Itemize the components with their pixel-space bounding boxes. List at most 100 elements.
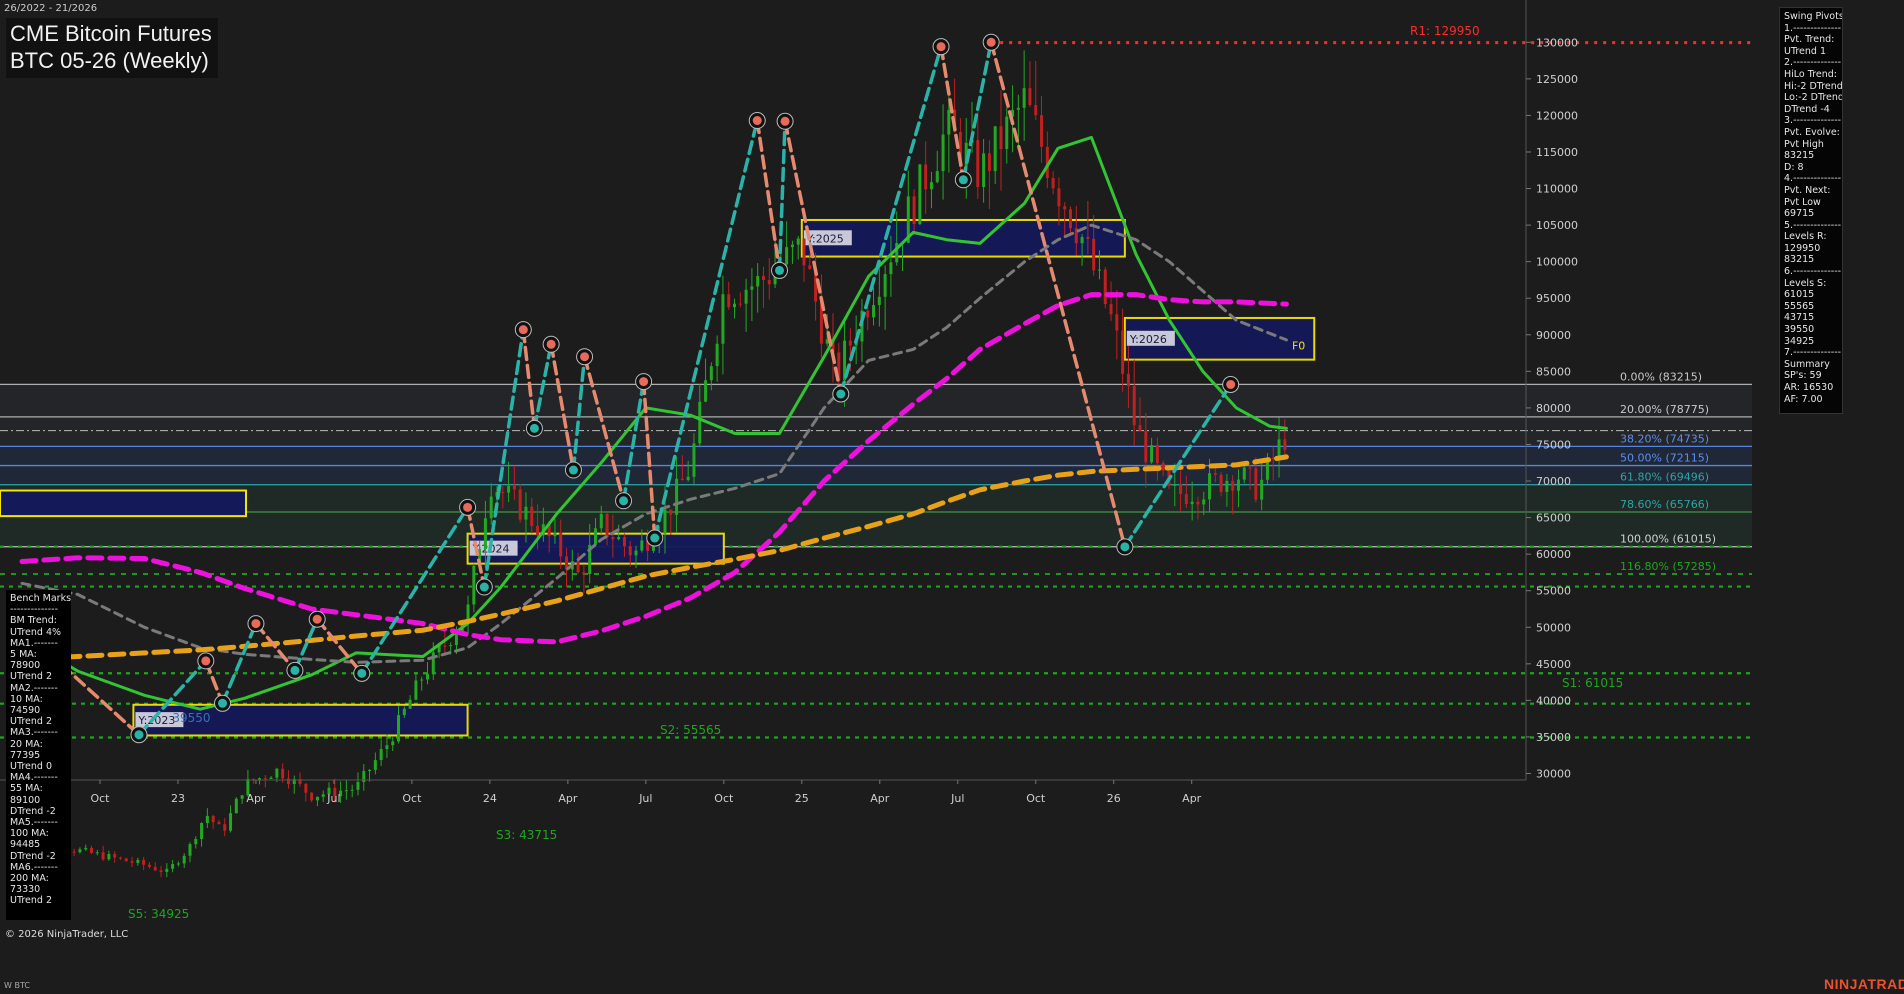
bench-marks-line: 10 MA: — [10, 693, 43, 705]
candle-body — [414, 680, 418, 700]
x-tick-label: 26 — [1107, 792, 1121, 805]
fib-level-label: 50.00% (72115) — [1620, 452, 1709, 465]
yearly-zone-label: Y:2025 — [806, 232, 844, 245]
candle-body — [530, 506, 534, 526]
swing-pivots-line: 2.-------------- — [1784, 57, 1842, 69]
candle-body — [889, 262, 893, 275]
candle-body — [796, 238, 800, 245]
swing-pivots-line: Levels R: — [1784, 231, 1827, 243]
y-tick-label: 40000 — [1536, 694, 1571, 707]
candle-body — [1034, 105, 1038, 116]
y-tick-label: 55000 — [1536, 585, 1571, 598]
candle-body — [281, 768, 285, 779]
swing-pivots-line: Hi:-2 DTrend — [1784, 80, 1843, 92]
swing-pivots-line: Pvt High — [1784, 138, 1824, 150]
y-tick-label: 115000 — [1536, 146, 1578, 159]
swing-pivot-dot — [357, 668, 367, 678]
candle-body — [1196, 501, 1200, 505]
swing-pivot-dot — [1226, 380, 1236, 390]
candle-body — [1179, 484, 1183, 495]
swing-pivot-dot — [463, 502, 473, 512]
candle-body — [738, 303, 742, 305]
candle-body — [912, 196, 916, 225]
zone-level-label: 39550 — [172, 711, 210, 725]
bench-marks-line: 94485 — [10, 839, 41, 851]
swing-pivots-line: 4.-------------- — [1784, 173, 1842, 185]
resistance-label: R1: 129950 — [1410, 24, 1480, 38]
bench-marks-line: UTrend 2 — [10, 671, 53, 683]
price-chart[interactable]: 0.00% (83215) 20.00% (78775) 38.20% (74735… — [0, 0, 1904, 994]
candle-body — [229, 813, 233, 831]
x-tick-label: Apr — [246, 792, 266, 805]
candle-body — [188, 844, 192, 856]
candle-body — [935, 171, 939, 183]
candle-body — [866, 310, 870, 318]
candle-body — [373, 760, 377, 770]
candle-body — [1063, 206, 1067, 210]
candle-body — [524, 506, 528, 520]
y-tick-label: 105000 — [1536, 219, 1578, 232]
candle-body — [489, 496, 493, 519]
swing-pivot-dot — [134, 730, 144, 740]
bench-marks-line: BM Trend: — [10, 615, 57, 627]
x-tick-label: 23 — [171, 792, 185, 805]
candle-body — [1057, 188, 1061, 207]
candle-body — [744, 289, 748, 304]
candle-body — [1254, 468, 1258, 500]
candle-body — [553, 532, 557, 537]
candle-body — [1161, 463, 1165, 471]
candle-body — [617, 536, 621, 540]
candle-body — [785, 247, 789, 265]
candle-body — [611, 537, 615, 540]
candle-body — [1283, 439, 1287, 450]
candle-body — [425, 673, 429, 680]
candle-body — [321, 794, 325, 797]
candle-body — [153, 866, 157, 871]
bench-marks-line: MA4.------- — [10, 772, 58, 784]
swing-pivot-dot — [290, 665, 300, 675]
bench-marks-line: MA5.------- — [10, 817, 58, 829]
x-tick-label: Apr — [558, 792, 578, 805]
candle-body — [78, 849, 82, 853]
candle-body — [750, 286, 754, 290]
candle-body — [176, 863, 180, 865]
fib-level-label: 38.20% (74735) — [1620, 432, 1709, 445]
candle-body — [929, 182, 933, 190]
candle-body — [368, 769, 372, 772]
fib-lower-band — [0, 484, 1752, 547]
candle-body — [709, 366, 713, 381]
candle-body — [941, 134, 945, 172]
candle-body — [142, 859, 146, 865]
swing-pivot-dot — [775, 265, 785, 275]
y-tick-label: 80000 — [1536, 402, 1571, 415]
x-tick-label: 24 — [483, 792, 497, 805]
candle-body — [286, 778, 290, 785]
candle-body — [883, 274, 887, 297]
candle-body — [1092, 238, 1096, 271]
swing-pivots-line: 69715 — [1784, 208, 1815, 220]
candle-body — [420, 679, 424, 681]
candle-body — [1040, 115, 1044, 147]
y-tick-label: 70000 — [1536, 475, 1571, 488]
candle-body — [402, 708, 406, 716]
candle-body — [559, 532, 563, 557]
candle-body — [118, 857, 122, 859]
candle-body — [993, 126, 997, 172]
bench-marks-line: MA3.------- — [10, 727, 58, 739]
bench-marks-line: 89100 — [10, 794, 41, 806]
bench-marks-line: MA1.------- — [10, 637, 58, 649]
swing-pivot-dot — [518, 325, 528, 335]
swing-pivots-panel: Swing Pivots 1.-------------- Pvt. Trend: U… — [1779, 7, 1843, 414]
swing-pivot-dot — [936, 42, 946, 52]
swing-pivot-dot — [986, 37, 996, 47]
candle-body — [1051, 178, 1055, 189]
candle-body — [947, 109, 951, 135]
candle-body — [808, 265, 812, 269]
bench-marks-line: 100 MA: — [10, 828, 49, 840]
swing-pivots-line: 6.-------------- — [1784, 266, 1842, 278]
y-tick-label: 110000 — [1536, 183, 1578, 196]
candle-body — [205, 815, 209, 824]
swing-pivots-line: DTrend -4 — [1784, 103, 1830, 115]
candle-body — [1068, 209, 1072, 229]
x-tick-label: Apr — [870, 792, 890, 805]
